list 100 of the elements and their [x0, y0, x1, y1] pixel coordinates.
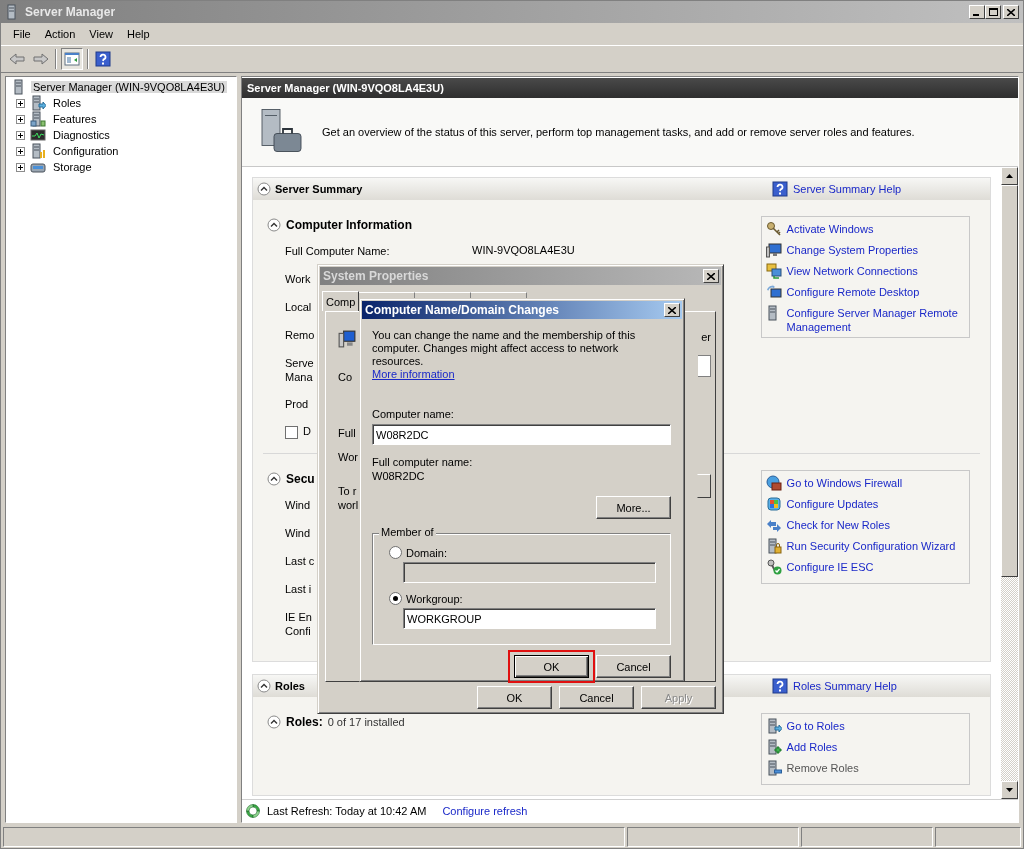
task-link[interactable]: Go to Roles [786, 718, 845, 733]
refresh-icon [245, 803, 261, 819]
radio-label: Workgroup: [406, 592, 463, 605]
expander-icon[interactable] [16, 162, 25, 172]
network-icon [765, 263, 782, 279]
dialog-button[interactable]: OK [477, 686, 552, 709]
task-link[interactable]: View Network Connections [786, 263, 918, 278]
intro-text: You can change the name and the membership of this computer. Changes might affect access to network resources. [372, 329, 637, 368]
menu-item[interactable]: View [82, 26, 120, 42]
field-label: Wind [285, 526, 311, 540]
tree-item[interactable]: Diagnostics [51, 129, 112, 141]
ok-button[interactable]: OK [514, 655, 589, 678]
input-field[interactable]: WORKGROUP [403, 608, 656, 629]
menu-item[interactable]: Action [37, 26, 83, 42]
dialog-title: Computer Name/Domain Changes [365, 303, 560, 317]
tree-item[interactable]: Configuration [51, 145, 121, 157]
label-text: Wor [338, 450, 359, 464]
update-icon [765, 496, 782, 512]
collapse-icon[interactable] [257, 679, 271, 693]
radio-button[interactable] [389, 546, 402, 559]
help-link[interactable]: Server Summary Help [772, 181, 902, 197]
close-button[interactable] [664, 303, 680, 317]
scroll-up-button[interactable] [1001, 167, 1018, 185]
monitor-graph-icon [30, 127, 46, 143]
tab[interactable]: Comp [322, 291, 360, 311]
expander-icon[interactable] [16, 146, 25, 156]
radio-label: Domain: [406, 546, 447, 559]
field-label: Computer name: [372, 407, 455, 421]
group-title: Computer Information [286, 218, 412, 232]
collapse-icon[interactable] [267, 715, 281, 729]
computer-icon [338, 330, 356, 348]
input-field[interactable] [698, 355, 711, 377]
scroll-down-button[interactable] [1001, 781, 1018, 799]
up-arrow-icon [1006, 174, 1013, 178]
window-title: Server Manager [25, 5, 116, 19]
refresh-status: Last Refresh: Today at 10:42 AM [267, 805, 427, 817]
menu-item[interactable]: File [6, 26, 38, 42]
task-link[interactable]: Configure Remote Desktop [786, 284, 920, 299]
label-text: er [701, 330, 711, 344]
help-button[interactable] [93, 49, 113, 69]
checkbox[interactable] [285, 426, 298, 439]
server-blocks-icon [30, 111, 46, 127]
expander-icon[interactable] [16, 114, 25, 124]
field-label: Work [285, 272, 311, 286]
close-button[interactable] [1003, 5, 1019, 19]
more-button[interactable]: More... [596, 496, 671, 519]
tree-item[interactable]: Features [51, 113, 99, 125]
group-title: Secu [286, 472, 315, 486]
field-label: Wind [285, 498, 311, 512]
dialog-button[interactable]: Cancel [559, 686, 634, 709]
dialog-title: System Properties [323, 269, 429, 283]
task-link[interactable]: Activate Windows [786, 221, 874, 236]
pane-title: Server Manager (WIN-9VQO8LA4E3U) [247, 82, 444, 94]
task-link[interactable]: Change System Properties [786, 242, 919, 257]
scroll-thumb[interactable] [1001, 185, 1018, 577]
more-information-link[interactable]: More information [372, 368, 455, 381]
close-icon [707, 272, 715, 280]
field-label: Local [285, 300, 312, 314]
button[interactable] [697, 474, 711, 498]
expander-icon[interactable] [16, 130, 25, 140]
help-link[interactable]: Roles Summary Help [772, 678, 897, 694]
configure-refresh-link[interactable]: Configure refresh [442, 805, 528, 817]
firewall-icon [765, 475, 782, 491]
field-label: Remo [285, 328, 315, 342]
dialog-button[interactable]: Cancel [596, 655, 671, 678]
task-link[interactable]: Configure Updates [786, 496, 879, 511]
minimize-button[interactable] [969, 5, 985, 19]
field-label: Last c [285, 554, 315, 568]
maximize-button[interactable] [985, 5, 1001, 19]
label-text: Co [338, 370, 354, 384]
group-label: Member of [379, 526, 436, 538]
task-link[interactable]: Go to Windows Firewall [786, 475, 903, 490]
tree-item[interactable]: Server Manager (WIN-9VQO8LA4E3U) [31, 81, 227, 93]
tree-toggle-button[interactable] [61, 48, 83, 70]
task-link[interactable]: Configure Server Manager Remote Management [786, 305, 965, 334]
server-minus-icon [765, 760, 782, 776]
help-icon [772, 678, 788, 694]
computer-name-field[interactable]: W08R2DC [372, 424, 671, 445]
tree-item[interactable]: Storage [51, 161, 94, 173]
group-note: 0 of 17 installed [327, 716, 405, 728]
field-value: WIN-9VQO8LA4E3U [472, 244, 576, 256]
key-icon [765, 221, 782, 237]
menu-item[interactable]: Help [119, 26, 157, 42]
field-label: Full Computer Name: [285, 244, 390, 258]
close-icon [668, 306, 676, 314]
expander-icon[interactable] [16, 98, 25, 108]
task-link[interactable]: Check for New Roles [786, 517, 890, 532]
collapse-icon[interactable] [257, 182, 271, 196]
tree-item[interactable]: Roles [51, 97, 84, 109]
task-link[interactable]: Configure IE ESC [786, 559, 874, 574]
section-title: Roles [275, 680, 305, 692]
maximize-icon [988, 8, 998, 16]
close-icon [1007, 8, 1015, 16]
collapse-icon[interactable] [267, 218, 281, 232]
task-link[interactable]: Add Roles [786, 739, 838, 754]
task-link[interactable]: Run Security Configuration Wizard [786, 538, 956, 553]
field-label: IE En Confi [285, 610, 312, 638]
field-label: Serve Mana [285, 356, 314, 384]
radio-button[interactable] [389, 592, 402, 605]
collapse-icon[interactable] [267, 472, 281, 486]
